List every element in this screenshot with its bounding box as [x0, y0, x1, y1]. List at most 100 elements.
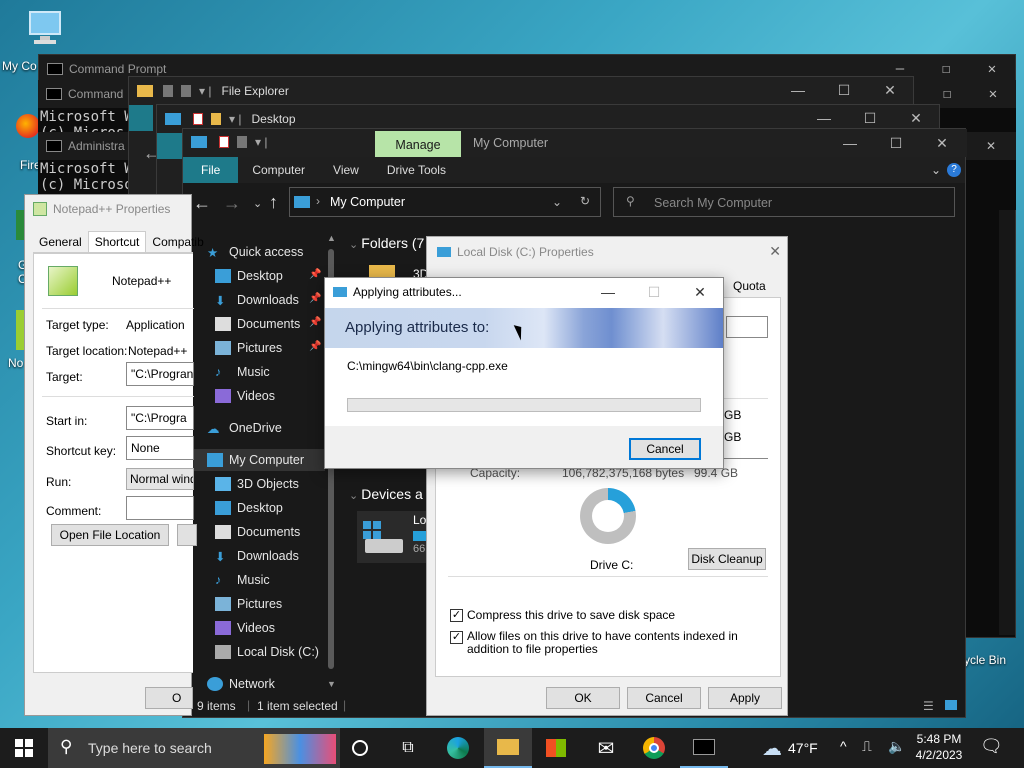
- start-button[interactable]: [0, 728, 48, 768]
- volume-label-field[interactable]: [726, 316, 768, 338]
- comment-field[interactable]: [126, 496, 194, 520]
- tab-shortcut[interactable]: Shortcut: [87, 231, 147, 252]
- customize-quick-access-icon[interactable]: ▾ |: [255, 135, 267, 149]
- target-field[interactable]: "C:\Progran: [126, 362, 194, 386]
- cmd-button[interactable]: [680, 728, 728, 768]
- edge-button[interactable]: [434, 728, 482, 768]
- ok-button[interactable]: OK: [546, 687, 620, 709]
- ribbon-tabs: File Computer View Drive Tools ⌄ ?: [183, 157, 965, 183]
- start-in-field[interactable]: "C:\Progra: [126, 406, 194, 430]
- close-button[interactable]: ✕: [970, 80, 1016, 108]
- notepad-properties-dialog[interactable]: Notepad++ Properties General Shortcut Co…: [24, 194, 204, 716]
- ribbon-tab-computer[interactable]: Computer: [238, 163, 319, 177]
- ok-button[interactable]: O: [145, 687, 193, 709]
- properties-icon: [163, 85, 173, 97]
- scrollbar[interactable]: [999, 165, 1015, 635]
- clock[interactable]: 5:48 PM 4/2/2023: [910, 731, 968, 763]
- free-gb: GB: [724, 430, 742, 444]
- maximize-button: ☐: [647, 284, 661, 300]
- maximize-button[interactable]: ☐: [923, 55, 969, 83]
- disk-cleanup-button[interactable]: Disk Cleanup: [688, 548, 766, 570]
- forward-button[interactable]: →: [223, 193, 241, 214]
- recent-locations-button[interactable]: ⌄: [253, 197, 262, 210]
- minimize-button[interactable]: —: [585, 278, 631, 306]
- ribbon-tab-view[interactable]: View: [319, 163, 373, 177]
- details-view-icon[interactable]: ☰: [923, 699, 934, 713]
- index-checkbox[interactable]: ✓ Allow files on this drive to have conte…: [450, 630, 770, 656]
- mail-button[interactable]: ✉: [582, 728, 630, 768]
- ribbon-tab-drive-tools[interactable]: Drive Tools: [373, 163, 460, 177]
- notepad-icon: [33, 202, 47, 216]
- volume-icon[interactable]: 🔈: [888, 738, 905, 755]
- file-path: C:\mingw64\bin\clang-cpp.exe: [347, 359, 508, 373]
- notifications-button[interactable]: 🗨: [980, 736, 1003, 757]
- tab-general[interactable]: General: [33, 231, 88, 252]
- run-select[interactable]: Normal wind: [126, 468, 194, 490]
- cortana-button[interactable]: [336, 728, 384, 768]
- cmd-title: Command: [68, 87, 124, 101]
- taskbar-search[interactable]: ⚲ Type here to search: [48, 728, 340, 768]
- open-file-location-button[interactable]: Open File Location: [51, 524, 169, 546]
- firefox-desktop-icon[interactable]: [16, 114, 40, 138]
- cmd-title: Command Prompt: [69, 62, 167, 76]
- properties-icon[interactable]: [219, 136, 229, 148]
- store-button[interactable]: [532, 728, 580, 768]
- close-button[interactable]: ✕: [919, 129, 965, 157]
- tab-compatibility[interactable]: Compatib: [146, 231, 209, 252]
- status-item-count: 9 items: [197, 699, 236, 713]
- ribbon-tab-file[interactable]: File: [183, 157, 239, 183]
- close-button[interactable]: ✕: [677, 278, 723, 306]
- close-button[interactable]: ✕: [769, 243, 781, 260]
- store-icon: [546, 739, 566, 757]
- refresh-icon[interactable]: ↻: [580, 194, 590, 208]
- scroll-down-icon[interactable]: ▼: [327, 679, 336, 689]
- target-type-label: Target type:: [46, 318, 109, 332]
- tab-quota[interactable]: Quota: [733, 279, 766, 293]
- windows-logo-icon: [363, 521, 381, 539]
- weather-widget[interactable]: ☁ 47°F: [762, 728, 832, 768]
- change-icon-button[interactable]: [177, 524, 197, 546]
- ribbon-file-tab[interactable]: [157, 133, 183, 159]
- scroll-up-icon[interactable]: ▲: [327, 233, 336, 243]
- monitor-icon: [191, 136, 207, 148]
- minimize-button[interactable]: —: [775, 77, 821, 103]
- up-button[interactable]: ↑: [269, 192, 278, 213]
- applying-attributes-dialog[interactable]: Applying attributes... — ☐ ✕ Applying at…: [324, 277, 724, 469]
- address-dropdown-icon[interactable]: ⌄: [552, 195, 562, 209]
- address-bar[interactable]: › My Computer ⌄ ↻: [289, 187, 601, 217]
- file-explorer-button[interactable]: [484, 728, 532, 768]
- devices-header-text: Devices a: [361, 486, 423, 502]
- maximize-button[interactable]: ☐: [821, 77, 867, 103]
- devices-section-header[interactable]: ⌄ Devices a: [349, 486, 423, 502]
- nav-label: Pictures: [237, 597, 283, 611]
- shortcut-key-field[interactable]: None: [126, 436, 194, 460]
- cmd-window-3-controls[interactable]: ✕: [966, 132, 1016, 160]
- nav-label: Videos: [237, 389, 275, 403]
- large-icons-view-icon[interactable]: [945, 700, 957, 710]
- search-box[interactable]: ⚲ Search My Computer: [613, 187, 955, 217]
- cancel-button[interactable]: Cancel: [627, 687, 701, 709]
- show-hidden-icons-button[interactable]: ^: [840, 738, 847, 754]
- ribbon-expand-icon[interactable]: ⌄: [925, 163, 947, 177]
- help-icon[interactable]: ?: [947, 163, 961, 177]
- drive-c-item[interactable]: Lo 66.: [357, 511, 428, 563]
- maximize-button[interactable]: ☐: [873, 129, 919, 157]
- apply-button[interactable]: Apply: [708, 687, 782, 709]
- back-button[interactable]: ←: [193, 193, 211, 214]
- doc-icon[interactable]: [237, 136, 247, 148]
- task-view-button[interactable]: ⧉: [384, 728, 432, 768]
- documents-icon: [215, 317, 231, 331]
- close-button[interactable]: ✕: [969, 55, 1015, 83]
- folders-section-header[interactable]: ⌄ Folders (7: [349, 235, 424, 251]
- target-location-value: Notepad++: [128, 344, 188, 358]
- minimize-button[interactable]: —: [827, 129, 873, 157]
- network-icon[interactable]: ⎍: [862, 738, 872, 755]
- nav-my-computer[interactable]: My Computer: [185, 449, 325, 471]
- cancel-button[interactable]: Cancel: [629, 438, 701, 460]
- close-button[interactable]: ✕: [867, 77, 913, 103]
- ribbon-file-tab[interactable]: [129, 105, 153, 131]
- chrome-button[interactable]: [630, 728, 678, 768]
- manage-tab[interactable]: Manage: [375, 131, 461, 159]
- nav-label: Downloads: [237, 549, 299, 563]
- compress-checkbox[interactable]: ✓ Compress this drive to save disk space: [450, 608, 675, 622]
